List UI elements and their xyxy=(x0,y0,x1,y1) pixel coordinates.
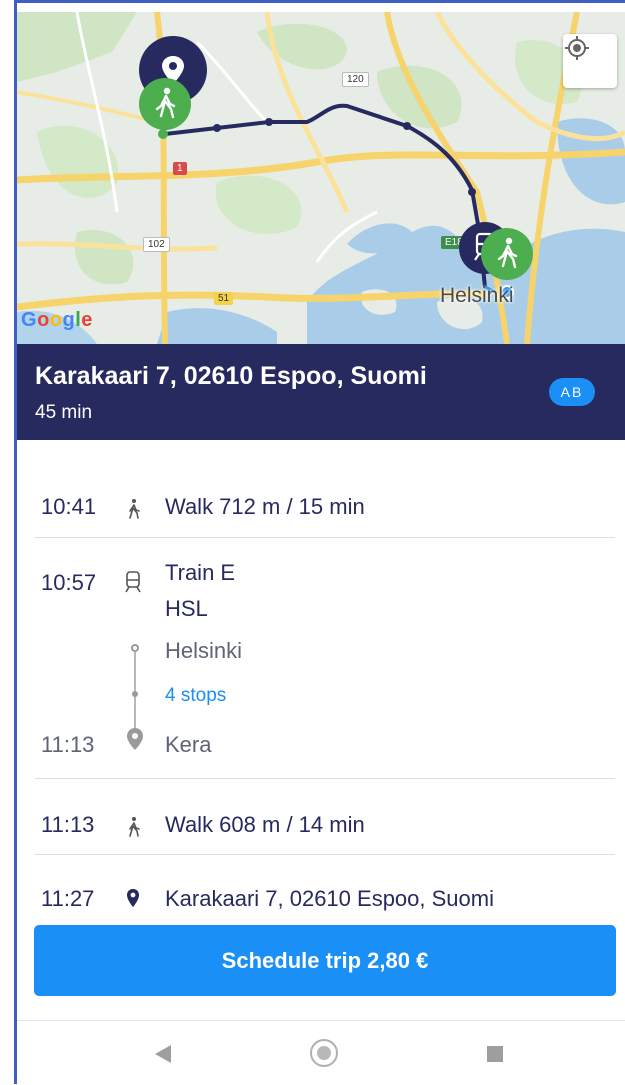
trip-duration: 45 min xyxy=(35,402,93,423)
divider xyxy=(35,778,615,779)
google-logo-letter: e xyxy=(81,309,93,331)
window-frame-left xyxy=(0,0,17,1084)
train-line: Train E xyxy=(165,560,236,585)
google-logo: Google xyxy=(21,309,93,332)
system-nav-bar xyxy=(17,1020,625,1085)
gps-target-icon xyxy=(565,36,589,60)
road-label-1: 1 xyxy=(173,162,187,175)
walk-icon xyxy=(129,817,140,837)
destination-header: Karakaari 7, 02610 Espoo, Suomi 45 min A… xyxy=(17,344,625,440)
road-label-102: 102 xyxy=(143,237,170,252)
leg-time: 11:27 xyxy=(41,886,95,911)
home-icon[interactable] xyxy=(310,1039,338,1067)
leg-description: Walk 608 m / 14 min xyxy=(165,812,365,837)
google-logo-letter: g xyxy=(62,309,76,331)
walk-start-marker-icon[interactable] xyxy=(137,76,193,132)
stop-from: Helsinki xyxy=(165,638,243,663)
divider xyxy=(35,537,615,538)
window-frame-top xyxy=(17,0,625,12)
google-logo-letter: o xyxy=(37,309,50,331)
train-icon xyxy=(125,571,141,593)
fare-zone-badge: AB xyxy=(549,378,595,406)
location-pin-icon xyxy=(127,728,143,750)
walk-end-marker-icon[interactable] xyxy=(479,226,535,282)
google-logo-letter: G xyxy=(21,309,38,331)
walk-icon xyxy=(129,499,140,519)
road-label-120: 120 xyxy=(342,72,369,87)
recents-icon[interactable] xyxy=(487,1046,503,1062)
train-operator: HSL xyxy=(165,596,208,621)
destination-title: Karakaari 7, 02610 Espoo, Suomi xyxy=(35,362,427,390)
location-pin-icon xyxy=(127,889,139,907)
leg-time: 11:13 xyxy=(41,812,95,837)
timeline-start-dot xyxy=(131,644,139,652)
road-label-51: 51 xyxy=(214,292,234,305)
leg-description: Karakaari 7, 02610 Espoo, Suomi xyxy=(165,886,494,911)
divider xyxy=(35,854,615,855)
google-logo-letter: o xyxy=(49,309,63,331)
timeline-mid-dot xyxy=(132,691,138,697)
stop-to: Kera xyxy=(165,732,212,757)
schedule-trip-button[interactable]: Schedule trip 2,80 € xyxy=(34,925,616,996)
itinerary-list: 10:41 Walk 712 m / 15 min 10:57 Train E … xyxy=(17,440,625,920)
city-label-helsinki: Helsinki xyxy=(440,284,514,307)
leg-description: Walk 712 m / 15 min xyxy=(165,494,365,519)
leg-time: 10:57 xyxy=(41,570,97,595)
map-canvas xyxy=(17,12,625,344)
route-map[interactable]: 120 102 51 1 E18 Helsinki Google xyxy=(17,12,625,344)
stops-count-link[interactable]: 4 stops xyxy=(165,685,226,707)
leg-end-time: 11:13 xyxy=(41,732,95,757)
back-icon[interactable] xyxy=(155,1045,171,1063)
leg-time: 10:41 xyxy=(41,494,97,519)
locate-me-button[interactable] xyxy=(563,34,617,88)
